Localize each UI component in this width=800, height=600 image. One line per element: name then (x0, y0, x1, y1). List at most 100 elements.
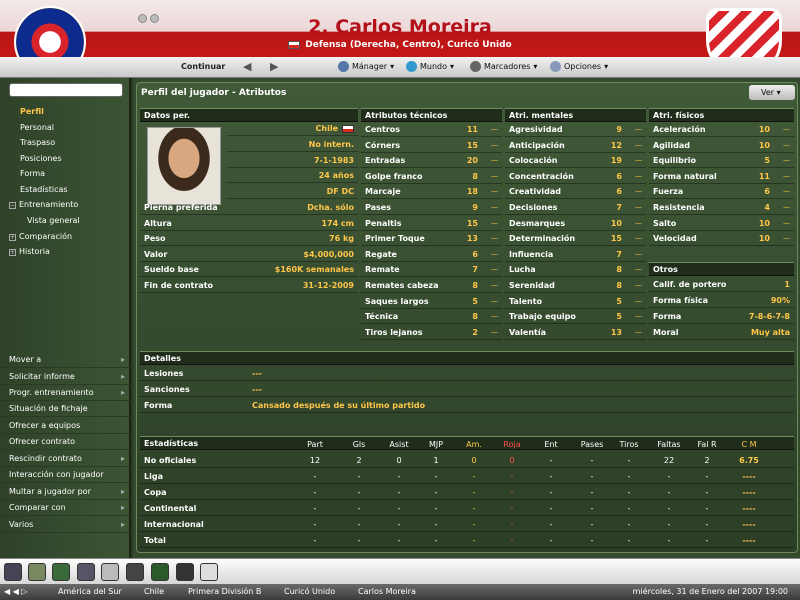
scouting-icon[interactable] (176, 563, 194, 581)
stats-column-header[interactable]: Part (295, 440, 335, 449)
breadcrumb-league[interactable]: Primera División B (188, 584, 261, 600)
attribute-label: Agilidad (653, 140, 690, 150)
stats-column-header[interactable]: Roja (492, 440, 532, 449)
action-interaccion-jugador[interactable]: Interacción con jugador (0, 467, 131, 483)
menu-opciones[interactable]: Opciones ▾ (550, 61, 608, 72)
action-mover-a[interactable]: Mover a ▸ (0, 352, 131, 368)
attribute-value: 8 (472, 281, 478, 290)
action-rescindir-contrato[interactable]: Rescindir contrato ▸ (0, 451, 131, 467)
menu-mundo[interactable]: Mundo ▾ (406, 61, 454, 72)
action-solicitar-informe[interactable]: Solicitar informe ▸ (0, 369, 131, 385)
attribute-row: Influencia 7 — (505, 247, 646, 262)
tactics-icon[interactable] (52, 563, 70, 581)
action-situacion-fichaje[interactable]: Situación de fichaje (0, 401, 131, 417)
stats-column-header[interactable]: MJP (416, 440, 456, 449)
schedule-icon[interactable] (77, 563, 95, 581)
trend-icon: — (635, 171, 642, 180)
ver-dropdown[interactable]: Ver ▾ (749, 85, 795, 100)
stats-column-header[interactable]: Pases (572, 440, 612, 449)
stats-cell: - (590, 488, 594, 497)
age-row: 24 años (227, 168, 358, 183)
attribute-label: Aceleración (653, 125, 706, 134)
details-row: Lesiones --- (140, 366, 794, 381)
breadcrumb-club[interactable]: Curicó Unido (284, 584, 335, 600)
attribute-value: 5 (616, 296, 622, 306)
breadcrumb-continent[interactable]: América del Sur (58, 584, 122, 600)
sidebar-item-vista-general[interactable]: Vista general (0, 216, 131, 225)
continue-button[interactable]: Continuar (181, 62, 225, 71)
stats-column-header[interactable]: Faltas (649, 440, 689, 449)
sidebar-item-forma[interactable]: Forma (0, 169, 131, 178)
stats-column-header[interactable]: Am. (454, 440, 494, 449)
section-details-heading: Detalles (140, 351, 794, 365)
collapse-icon[interactable]: − (9, 202, 16, 209)
stats-column-header[interactable]: Asist (379, 440, 419, 449)
sidebar-item-posiciones[interactable]: Posiciones (0, 154, 131, 163)
stats-column-header[interactable]: Ent (531, 440, 571, 449)
stats-cell: ---- (742, 472, 756, 481)
sidebar-item-perfil[interactable]: Perfil (0, 107, 131, 116)
sidebar-item-estadisticas[interactable]: Estadísticas (0, 185, 131, 194)
stats-column-header[interactable]: Gls (339, 440, 379, 449)
attribute-label: Agresividad (509, 125, 563, 134)
attribute-label: Remate (365, 265, 400, 275)
trend-icon: — (491, 296, 498, 305)
player-subtitle: Defensa (Derecha, Centro), Curicó Unido (0, 40, 800, 50)
stats-column-header[interactable]: C M (729, 440, 769, 449)
breadcrumb-player[interactable]: Carlos Moreira (358, 584, 416, 600)
sidebar-item-comparacion[interactable]: + Comparación (0, 232, 131, 241)
breadcrumb-country[interactable]: Chile (144, 584, 164, 600)
attribute-value: 18 (466, 187, 478, 197)
stats-cell: - (667, 488, 671, 497)
action-ofrecer-equipos[interactable]: Ofrecer a equipos (0, 418, 131, 434)
attribute-label: Técnica (365, 312, 399, 322)
sidebar-item-entrenamiento[interactable]: − Entrenamiento (0, 200, 131, 209)
section-physical-heading: Atri. físicos (649, 108, 794, 122)
stats-cell: 6.75 (739, 456, 759, 465)
trend-icon: — (783, 140, 790, 149)
squad-icon[interactable] (28, 563, 46, 581)
action-multar-jugador[interactable]: Multar a jugador por ▸ (0, 484, 131, 500)
search-input[interactable] (9, 83, 123, 97)
attribute-value: 13 (466, 234, 478, 244)
chevron-right-icon: ▸ (120, 487, 125, 496)
stats-cell: 0 (396, 456, 402, 465)
stats-cell: - (510, 520, 514, 529)
personal-row: Sueldo base $160K semanales (140, 262, 358, 277)
stats-cell: - (705, 536, 709, 545)
home-icon[interactable] (4, 563, 22, 581)
action-progr-entrenamiento[interactable]: Progr. entrenamiento ▸ (0, 385, 131, 401)
stats-column-header[interactable]: Fal R (687, 440, 727, 449)
attribute-label: Equilibrio (653, 156, 697, 166)
trend-icon: — (783, 171, 790, 180)
pitch-icon[interactable] (151, 563, 169, 581)
action-varios[interactable]: Varios ▸ (0, 517, 131, 533)
stats-cell: - (397, 520, 401, 529)
trend-icon: — (491, 234, 498, 243)
menu-manager[interactable]: Mánager ▾ (338, 61, 394, 72)
otros-row: Calif. de portero 1 (649, 277, 794, 292)
attribute-label: Anticipación (509, 140, 565, 150)
expand-icon[interactable]: + (9, 234, 16, 241)
sidebar-item-traspaso[interactable]: Traspaso (0, 138, 131, 147)
sidebar-item-personal[interactable]: Personal (0, 123, 131, 132)
notes-icon[interactable] (200, 563, 218, 581)
action-comparar-con[interactable]: Comparar con ▸ (0, 500, 131, 516)
stats-column-header[interactable]: Tiros (609, 440, 649, 449)
sidebar-item-historia[interactable]: + Historia (0, 247, 131, 256)
personal-row: Pierna preferida Dcha. sólo (140, 200, 358, 215)
attribute-value: 8 (472, 171, 478, 181)
stats-cell: 2 (356, 456, 362, 465)
attribute-row: Pases 9 — (361, 200, 502, 215)
attribute-row: Trabajo equipo 5 — (505, 309, 646, 325)
attribute-value: 8 (616, 281, 622, 290)
trophy-icon[interactable] (101, 563, 119, 581)
action-ofrecer-contrato[interactable]: Ofrecer contrato (0, 434, 131, 450)
attribute-row: Primer Toque 13 — (361, 231, 502, 247)
status-back-icon[interactable]: ◀ ◀ ▷ (4, 584, 28, 600)
menu-marcadores[interactable]: Marcadores ▾ (470, 61, 537, 72)
forward-arrow-icon[interactable]: ▶ (270, 60, 278, 73)
news-icon[interactable] (126, 563, 144, 581)
back-arrow-icon[interactable]: ◀ (243, 60, 251, 73)
expand-icon[interactable]: + (9, 249, 16, 256)
